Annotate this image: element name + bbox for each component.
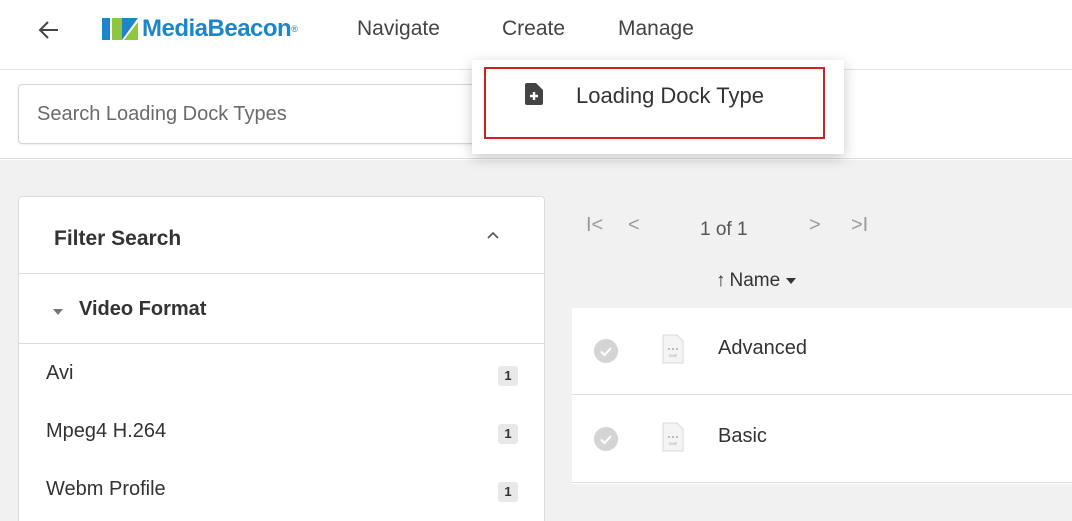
nav-manage[interactable]: Manage <box>618 17 694 41</box>
results-list: XMP Advanced XMP Basic <box>572 308 1072 484</box>
sort-arrow-up-icon: ↑ <box>716 270 726 291</box>
item-name[interactable]: Basic <box>718 425 767 448</box>
file-plus-icon <box>525 83 543 105</box>
filter-item-webm[interactable]: Webm Profile 1 <box>19 460 544 518</box>
filter-item-avi[interactable]: Avi 1 <box>19 344 544 402</box>
sort-by-name-button[interactable]: ↑ Name <box>716 270 797 292</box>
pager-prev-button[interactable]: < <box>628 214 640 237</box>
filter-item-label: Webm Profile <box>46 478 166 500</box>
logo-registered-mark: ® <box>291 24 298 34</box>
logo-mark-icon <box>100 14 140 44</box>
list-item[interactable]: XMP Advanced <box>572 308 1072 395</box>
filter-item-count: 1 <box>498 482 518 502</box>
svg-text:XMP: XMP <box>669 353 678 358</box>
pager-status: 1 of 1 <box>700 219 748 240</box>
filter-title: Filter Search <box>54 227 182 250</box>
menu-item-loading-dock-type[interactable]: Loading Dock Type <box>484 67 825 139</box>
search-input[interactable] <box>37 99 437 129</box>
menu-item-label: Loading Dock Type <box>576 83 764 108</box>
pager-last-button[interactable]: >I <box>851 214 868 237</box>
main-content: Filter Search Video Format Avi 1 Mpeg4 H… <box>0 160 1072 521</box>
caret-down-icon <box>53 309 63 315</box>
filter-item-label: Avi <box>46 362 74 384</box>
caret-down-icon <box>786 278 797 284</box>
create-dropdown-menu: Loading Dock Type <box>472 60 844 154</box>
filter-search-panel: Filter Search Video Format Avi 1 Mpeg4 H… <box>18 196 545 521</box>
select-check-icon[interactable] <box>594 427 618 451</box>
filter-item-mpeg4[interactable]: Mpeg4 H.264 1 <box>19 402 544 460</box>
filter-item-label: Mpeg4 H.264 <box>46 420 167 442</box>
filter-item-count: 1 <box>498 366 518 386</box>
filter-group-title: Video Format <box>79 298 207 320</box>
mediabeacon-logo[interactable]: MediaBeacon ® <box>100 12 298 46</box>
filter-header[interactable]: Filter Search <box>19 197 544 274</box>
pager-first-button[interactable]: I< <box>586 214 603 237</box>
xmp-file-icon: XMP <box>662 422 684 452</box>
back-arrow-icon[interactable] <box>36 15 62 45</box>
xmp-file-icon: XMP <box>662 334 684 364</box>
list-item[interactable]: XMP Basic <box>572 396 1072 483</box>
nav-create[interactable]: Create <box>502 17 565 41</box>
pager-next-button[interactable]: > <box>809 214 821 237</box>
logo-text: MediaBeacon <box>142 15 292 42</box>
item-name[interactable]: Advanced <box>718 337 807 360</box>
nav-navigate[interactable]: Navigate <box>357 17 440 41</box>
select-check-icon[interactable] <box>594 339 618 363</box>
filter-item-count: 1 <box>498 424 518 444</box>
svg-text:XMP: XMP <box>669 441 678 446</box>
chevron-up-icon[interactable] <box>483 225 503 245</box>
filter-group-video-format[interactable]: Video Format <box>19 274 544 344</box>
sort-label: Name <box>729 270 781 291</box>
